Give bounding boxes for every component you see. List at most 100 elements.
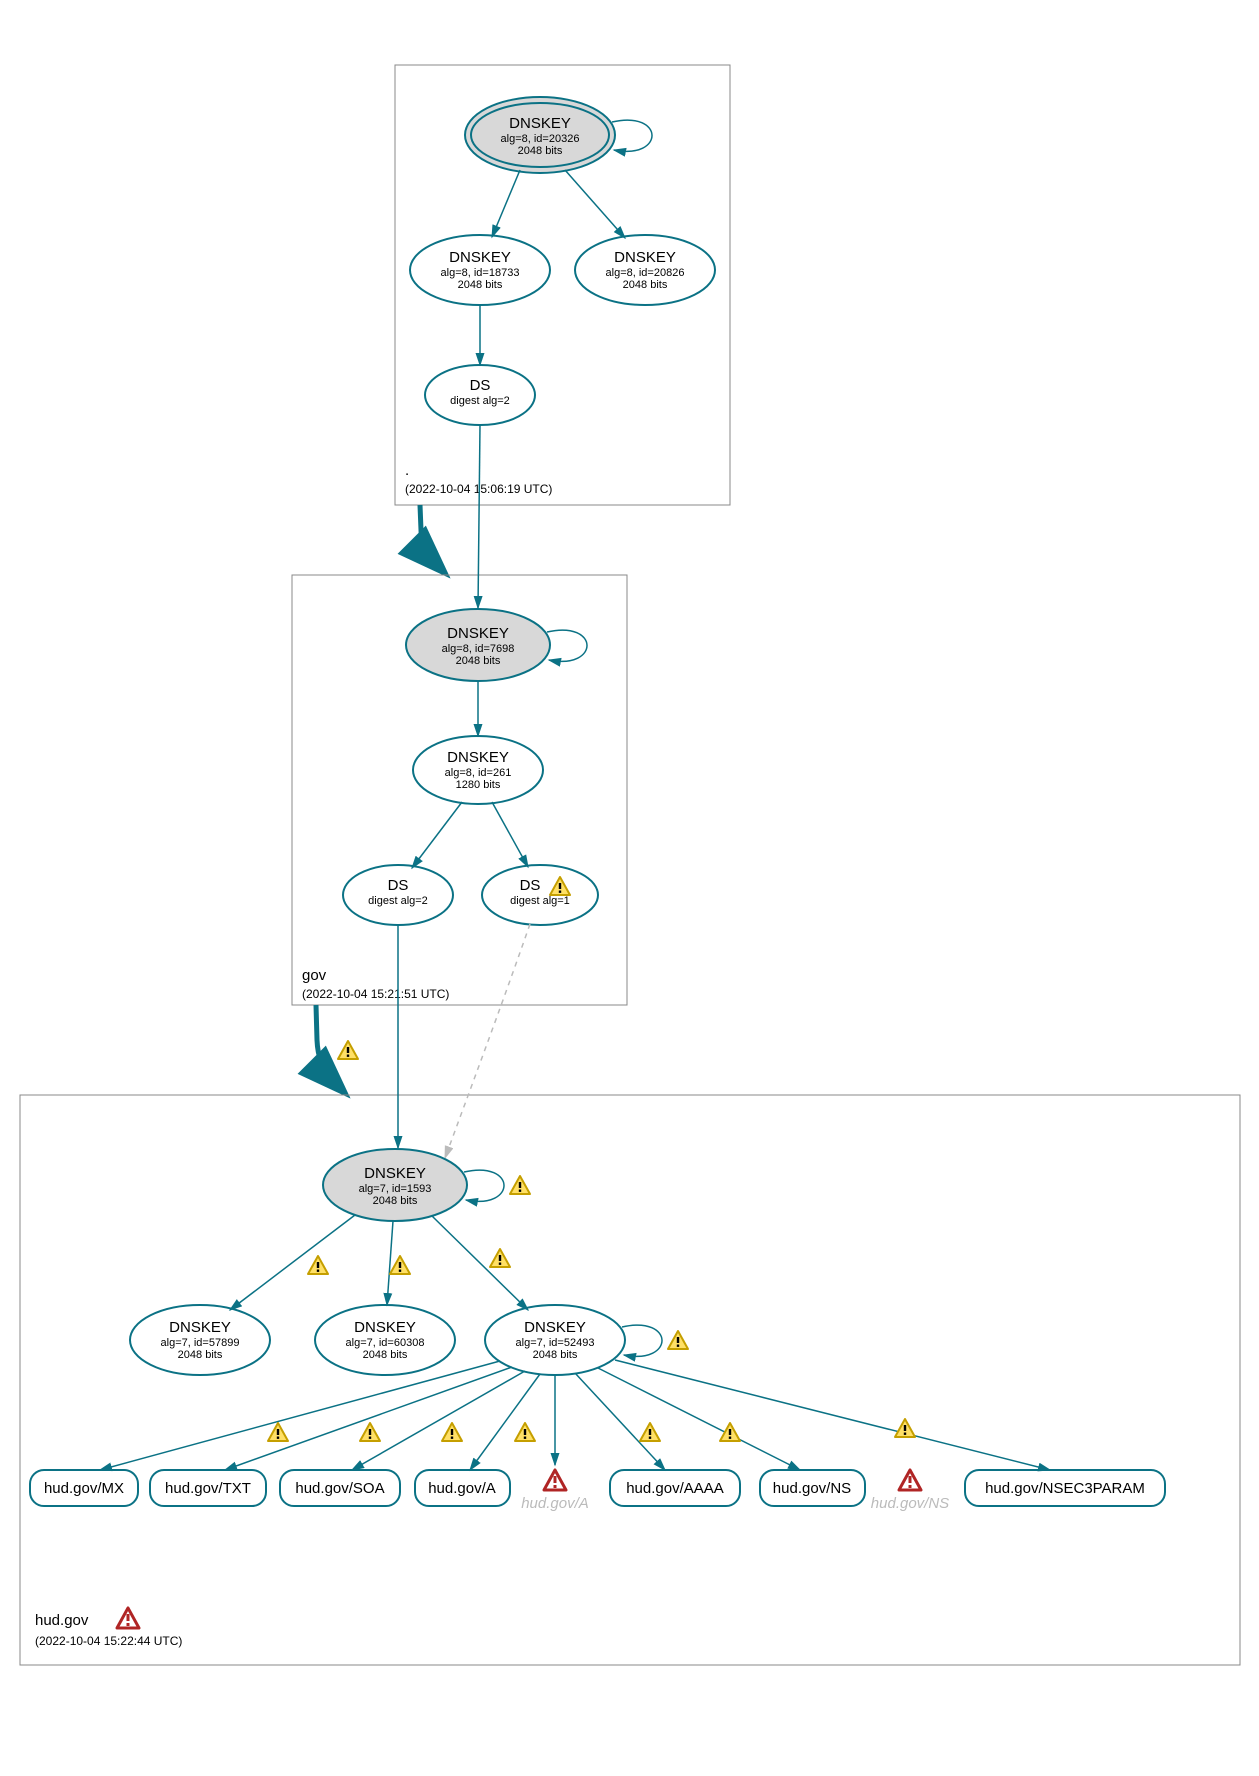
svg-text:DNSKEY: DNSKEY — [509, 115, 571, 132]
edge-z3-aaaa — [575, 1373, 665, 1470]
rrset-a-gray: hud.gov/A — [521, 1470, 589, 1512]
zone-ts-gov: (2022-10-04 15:21:51 UTC) — [302, 987, 449, 1001]
svg-text:DNSKEY: DNSKEY — [449, 249, 511, 266]
node-root-zsk2: DNSKEY alg=8, id=20826 2048 bits — [575, 235, 715, 305]
edge-z3-nsec3 — [615, 1360, 1050, 1470]
warn-icon — [895, 1419, 915, 1437]
rrset-a: hud.gov/A — [415, 1470, 510, 1506]
svg-text:2048 bits: 2048 bits — [458, 279, 503, 291]
node-root-ds: DS digest alg=2 — [425, 365, 535, 425]
edge-z3-ns — [598, 1368, 800, 1470]
svg-text:1280 bits: 1280 bits — [456, 779, 501, 791]
svg-text:DNSKEY: DNSKEY — [364, 1165, 426, 1182]
svg-text:DS: DS — [520, 877, 541, 894]
warn-icon — [668, 1331, 688, 1349]
svg-text:DNSKEY: DNSKEY — [354, 1319, 416, 1336]
svg-text:digest alg=2: digest alg=2 — [368, 895, 428, 907]
node-hud-ksk: DNSKEY alg=7, id=1593 2048 bits — [323, 1149, 467, 1221]
zone-name-hud: hud.gov — [35, 1612, 89, 1629]
warn-icon — [390, 1256, 410, 1274]
svg-text:hud.gov/NS: hud.gov/NS — [871, 1495, 949, 1512]
edge-hudksk-z2 — [387, 1221, 393, 1305]
rrset-txt: hud.gov/TXT — [150, 1470, 266, 1506]
svg-text:DS: DS — [388, 877, 409, 894]
svg-text:alg=8, id=7698: alg=8, id=7698 — [442, 643, 515, 655]
svg-text:DNSKEY: DNSKEY — [524, 1319, 586, 1336]
svg-text:alg=8, id=18733: alg=8, id=18733 — [441, 267, 520, 279]
svg-text:DNSKEY: DNSKEY — [169, 1319, 231, 1336]
edge-rootksk-zsk2 — [565, 170, 625, 238]
edge-rootds-govksk — [478, 425, 480, 608]
svg-text:alg=8, id=20326: alg=8, id=20326 — [501, 133, 580, 145]
warn-icon — [515, 1423, 535, 1441]
svg-text:2048 bits: 2048 bits — [518, 145, 563, 157]
svg-text:hud.gov/SOA: hud.gov/SOA — [295, 1480, 384, 1497]
svg-text:2048 bits: 2048 bits — [363, 1349, 408, 1361]
rrset-aaaa: hud.gov/AAAA — [610, 1470, 740, 1506]
edge-govzsk-ds1 — [492, 802, 528, 867]
svg-text:2048 bits: 2048 bits — [623, 279, 668, 291]
svg-text:2048 bits: 2048 bits — [373, 1195, 418, 1207]
svg-text:alg=7, id=60308: alg=7, id=60308 — [346, 1337, 425, 1349]
node-hud-z3: DNSKEY alg=7, id=52493 2048 bits — [485, 1305, 625, 1375]
svg-text:hud.gov/MX: hud.gov/MX — [44, 1480, 124, 1497]
edge-hudksk-self — [464, 1170, 504, 1201]
svg-text:hud.gov/NS: hud.gov/NS — [773, 1480, 851, 1497]
edge-rootksk-zsk1 — [492, 170, 520, 237]
warn-icon — [490, 1249, 510, 1267]
node-gov-ds2: DS digest alg=2 — [343, 865, 453, 925]
svg-text:alg=8, id=261: alg=8, id=261 — [445, 767, 512, 779]
warn-icon — [640, 1423, 660, 1441]
node-gov-ds1: DS digest alg=1 — [482, 865, 598, 925]
dnssec-graph: . (2022-10-04 15:06:19 UTC) DNSKEY alg=8… — [0, 0, 1259, 1776]
zone-box-hud — [20, 1095, 1240, 1665]
svg-text:hud.gov/A: hud.gov/A — [521, 1495, 589, 1512]
node-gov-ksk: DNSKEY alg=8, id=7698 2048 bits — [406, 609, 550, 681]
svg-text:digest alg=1: digest alg=1 — [510, 895, 570, 907]
node-root-ksk: DNSKEY alg=8, id=20326 2048 bits — [465, 97, 615, 173]
node-hud-z2: DNSKEY alg=7, id=60308 2048 bits — [315, 1305, 455, 1375]
edge-gov-ksk-self — [547, 630, 587, 661]
rrset-mx: hud.gov/MX — [30, 1470, 138, 1506]
svg-text:digest alg=2: digest alg=2 — [450, 395, 510, 407]
node-hud-z1: DNSKEY alg=7, id=57899 2048 bits — [130, 1305, 270, 1375]
zone-name-gov: gov — [302, 967, 327, 984]
warn-icon — [442, 1423, 462, 1441]
warn-icon — [360, 1423, 380, 1441]
node-gov-zsk: DNSKEY alg=8, id=261 1280 bits — [413, 736, 543, 804]
node-root-zsk1: DNSKEY alg=8, id=18733 2048 bits — [410, 235, 550, 305]
svg-text:DNSKEY: DNSKEY — [447, 625, 509, 642]
svg-text:hud.gov/NSEC3PARAM: hud.gov/NSEC3PARAM — [985, 1480, 1145, 1497]
rrset-ns-gray: hud.gov/NS — [871, 1470, 949, 1512]
edge-z3-mx — [100, 1361, 500, 1470]
edge-z3-txt — [225, 1367, 512, 1470]
edge-hudz3-self — [622, 1325, 662, 1356]
rrset-soa: hud.gov/SOA — [280, 1470, 400, 1506]
zone-ts-hud: (2022-10-04 15:22:44 UTC) — [35, 1634, 182, 1648]
svg-text:alg=8, id=20826: alg=8, id=20826 — [606, 267, 685, 279]
rrset-nsec3param: hud.gov/NSEC3PARAM — [965, 1470, 1165, 1506]
warn-icon — [720, 1423, 740, 1441]
svg-text:hud.gov/TXT: hud.gov/TXT — [165, 1480, 251, 1497]
svg-text:alg=7, id=52493: alg=7, id=52493 — [516, 1337, 595, 1349]
warn-icon — [268, 1423, 288, 1441]
warn-icon — [510, 1176, 530, 1194]
svg-text:alg=7, id=1593: alg=7, id=1593 — [359, 1183, 432, 1195]
edge-hudksk-z1 — [230, 1215, 355, 1310]
svg-text:DNSKEY: DNSKEY — [614, 249, 676, 266]
warn-icon — [338, 1041, 358, 1059]
svg-text:2048 bits: 2048 bits — [456, 655, 501, 667]
edge-govzsk-ds2 — [412, 802, 462, 868]
edge-deleg-root-gov — [420, 505, 440, 568]
edge-root-ksk-self — [612, 120, 652, 151]
edge-z3-soa — [352, 1371, 525, 1470]
edge-z3-a — [470, 1374, 540, 1470]
rrset-ns: hud.gov/NS — [760, 1470, 865, 1506]
svg-text:hud.gov/A: hud.gov/A — [428, 1480, 496, 1497]
svg-text:2048 bits: 2048 bits — [178, 1349, 223, 1361]
svg-text:alg=7, id=57899: alg=7, id=57899 — [161, 1337, 240, 1349]
svg-text:hud.gov/AAAA: hud.gov/AAAA — [626, 1480, 724, 1497]
edge-deleg-gov-hud — [316, 1005, 340, 1088]
svg-text:2048 bits: 2048 bits — [533, 1349, 578, 1361]
edge-govds1-hudksk — [445, 924, 530, 1158]
